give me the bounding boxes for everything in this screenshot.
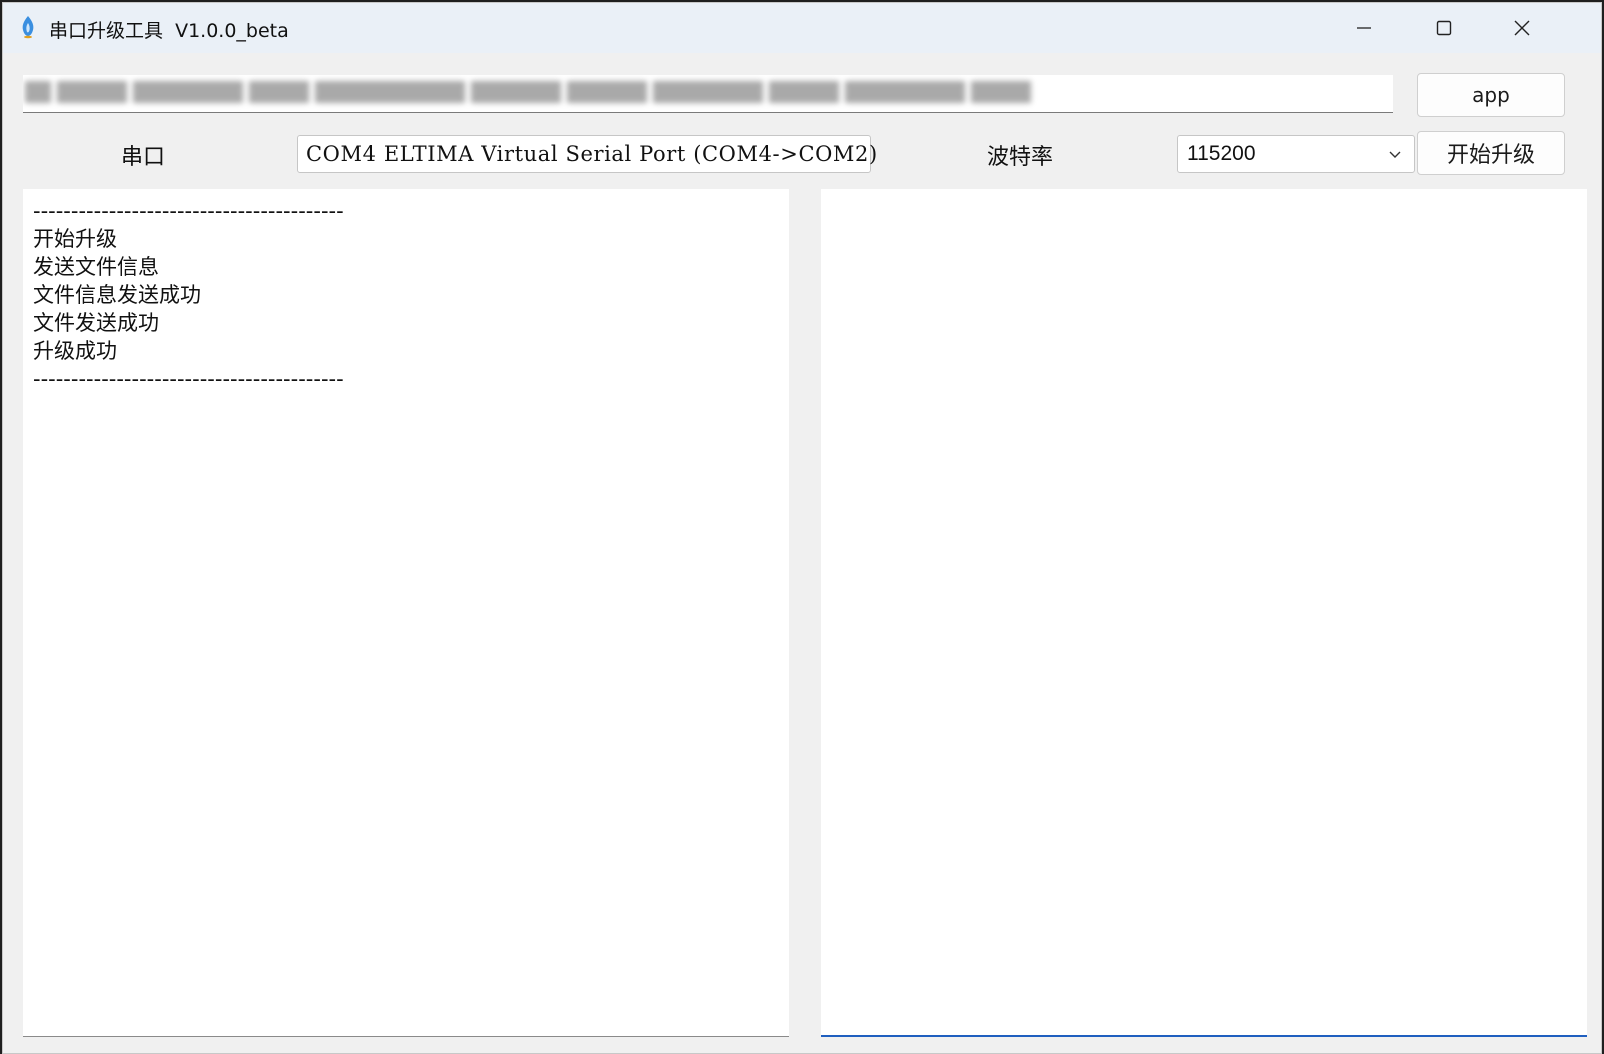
app-button[interactable]: app — [1417, 73, 1565, 117]
log-line: ----------------------------------------… — [33, 199, 344, 223]
log-line: 文件发送成功 — [33, 311, 159, 335]
close-button[interactable] — [1483, 3, 1561, 53]
serial-port-label: 串口 — [121, 145, 166, 170]
log-textarea[interactable]: ----------------------------------------… — [23, 189, 789, 1037]
log-line: ----------------------------------------… — [33, 367, 344, 391]
minimize-icon — [1357, 27, 1371, 29]
title-bar[interactable]: 串口升级工具 V1.0.0_beta — [3, 3, 1601, 53]
baud-rate-select[interactable]: 115200 — [1177, 135, 1415, 173]
minimize-button[interactable] — [1325, 3, 1403, 53]
window-title: 串口升级工具 V1.0.0_beta — [49, 20, 289, 42]
log-line: 开始升级 — [33, 227, 117, 251]
chevron-down-icon — [1389, 151, 1401, 158]
log-line: 文件信息发送成功 — [33, 283, 201, 307]
start-upgrade-button[interactable]: 开始升级 — [1417, 131, 1565, 175]
baud-rate-label: 波特率 — [987, 145, 1054, 170]
app-window: 串口升级工具 V1.0.0_beta app 串口 COM4 ELTIMA Vi… — [2, 2, 1602, 1054]
baud-rate-value: 115200 — [1187, 142, 1256, 165]
file-path-input[interactable] — [23, 75, 1393, 113]
app-flame-icon — [22, 16, 34, 39]
maximize-button[interactable] — [1405, 3, 1483, 53]
log-line: 发送文件信息 — [33, 255, 159, 279]
serial-port-value: COM4 ELTIMA Virtual Serial Port (COM4->C… — [306, 142, 878, 166]
serial-port-select[interactable]: COM4 ELTIMA Virtual Serial Port (COM4->C… — [297, 135, 877, 173]
maximize-icon — [1436, 20, 1452, 36]
redacted-path — [25, 81, 1065, 107]
output-textarea[interactable] — [821, 189, 1587, 1037]
log-line: 升级成功 — [33, 339, 117, 363]
close-icon — [1514, 20, 1530, 36]
